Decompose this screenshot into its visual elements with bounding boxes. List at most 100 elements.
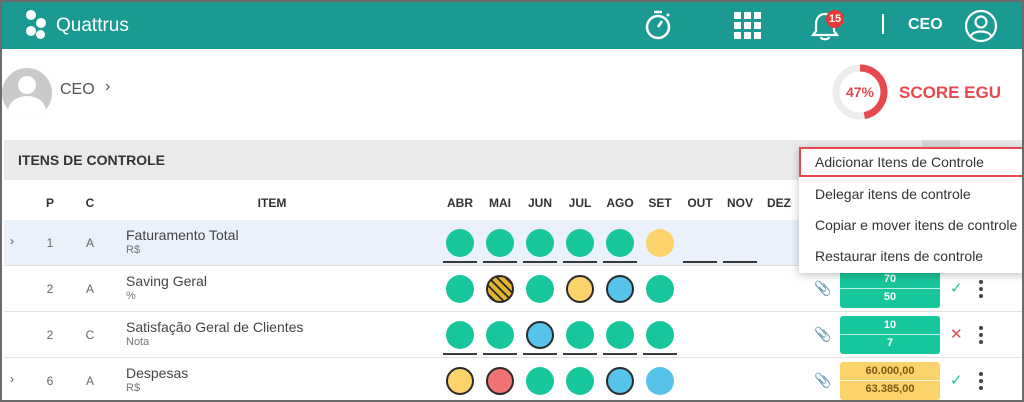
column-header-month: AGO	[606, 196, 634, 210]
item-unit: R$	[126, 244, 141, 256]
status-dot-green[interactable]	[606, 229, 634, 257]
month-underline	[563, 261, 597, 263]
paperclip-icon[interactable]: 📎	[814, 326, 831, 343]
menu-item-add-control-items[interactable]: Adicionar Itens de Controle	[799, 147, 1022, 177]
status-dot-yellow[interactable]	[566, 275, 594, 303]
month-underline	[443, 353, 477, 355]
item-name[interactable]: Faturamento Total	[126, 227, 239, 243]
menu-item-copy-move-control-items[interactable]: Copiar e mover itens de controle	[799, 210, 1022, 240]
target-value: 60.000,00	[865, 365, 915, 377]
cell-c: A	[85, 236, 94, 250]
notification-badge[interactable]: 15	[826, 10, 844, 28]
close-icon: ✕	[950, 326, 963, 343]
cell-p: 2	[46, 328, 54, 342]
account-circle-icon[interactable]	[964, 9, 998, 43]
expand-chevron-icon[interactable]: ›	[10, 234, 14, 248]
status-dot-blue[interactable]	[606, 367, 634, 395]
column-header-month: OUT	[687, 196, 713, 210]
status-dot-green[interactable]	[526, 367, 554, 395]
more-options-icon[interactable]	[978, 278, 984, 300]
status-dot-green[interactable]	[566, 229, 594, 257]
column-header-p: P	[45, 196, 54, 210]
status-dot-blue[interactable]	[526, 321, 554, 349]
status-dot-green[interactable]	[646, 275, 674, 303]
stopwatch-icon[interactable]	[643, 8, 673, 42]
status-dot-green[interactable]	[526, 229, 554, 257]
column-header-month: ABR	[447, 196, 473, 210]
actual-value: 63.385,00	[865, 383, 915, 395]
app-window: Quattrus 15 CEO CEO › 47% SCORE EGU ITEN…	[0, 0, 1024, 402]
section-title: ITENS DE CONTROLE	[18, 152, 166, 168]
menu-item-delegate-control-items[interactable]: Delegar itens de controle	[799, 179, 1022, 209]
table-row[interactable]: › 6 A Despesas R$ 📎 60.000,00 63.385,00 …	[4, 358, 1022, 400]
chevron-right-icon[interactable]: ›	[105, 78, 110, 96]
actual-value: 50	[883, 291, 897, 303]
apps-grid-icon[interactable]	[733, 11, 763, 41]
status-dot-yellow[interactable]	[446, 367, 474, 395]
more-options-icon[interactable]	[978, 324, 984, 346]
cell-c: A	[85, 374, 94, 388]
status-dot-green[interactable]	[446, 321, 474, 349]
check-icon: ✓	[950, 372, 963, 389]
score-label: SCORE EGU	[899, 83, 1002, 102]
status-dot-green[interactable]	[646, 321, 674, 349]
column-header-item: ITEM	[257, 196, 287, 210]
month-underline	[723, 261, 757, 263]
item-unit: %	[126, 290, 136, 302]
menu-item-restore-control-items[interactable]: Restaurar itens de controle	[799, 241, 1022, 271]
status-dot-green[interactable]	[606, 321, 634, 349]
value-box[interactable]: 60.000,00 63.385,00	[840, 362, 940, 400]
column-header-month: JUL	[568, 196, 592, 210]
status-dot-blue[interactable]	[646, 367, 674, 395]
quattrus-logo-icon[interactable]	[24, 10, 52, 40]
column-header-month: NOV	[726, 196, 753, 210]
month-underline	[443, 261, 477, 263]
column-header-month: DEZ	[767, 196, 791, 210]
paperclip-icon[interactable]: 📎	[814, 372, 831, 389]
check-icon: ✓	[950, 280, 963, 297]
cell-p: 1	[46, 236, 54, 250]
item-name[interactable]: Satisfação Geral de Clientes	[126, 319, 303, 335]
topbar-user-label[interactable]: CEO	[908, 16, 943, 34]
target-value: 70	[883, 273, 897, 285]
paperclip-icon[interactable]: 📎	[814, 280, 831, 297]
avatar[interactable]	[2, 68, 52, 118]
cell-p: 6	[46, 374, 54, 388]
month-underline	[483, 353, 517, 355]
brand-name[interactable]: Quattrus	[56, 15, 129, 37]
status-dot-green[interactable]	[486, 321, 514, 349]
status-dot-green[interactable]	[446, 229, 474, 257]
item-unit: Nota	[126, 336, 150, 348]
cell-c: C	[85, 328, 95, 342]
status-dot-striped[interactable]	[486, 275, 514, 303]
actions-dropdown-menu: Adicionar Itens de Controle Delegar iten…	[799, 147, 1022, 273]
expand-chevron-icon[interactable]: ›	[10, 372, 14, 386]
column-header-month: JUN	[527, 196, 552, 210]
column-header-c: C	[85, 196, 95, 210]
table-row[interactable]: 2 C Satisfação Geral de Clientes Nota 📎 …	[4, 312, 1022, 358]
user-role[interactable]: CEO	[60, 81, 95, 99]
column-header-month: MAI	[489, 196, 511, 210]
score-percent: 47%	[845, 84, 875, 100]
more-options-icon[interactable]	[978, 370, 984, 392]
status-dot-green[interactable]	[446, 275, 474, 303]
month-underline	[483, 261, 517, 263]
status-dot-red[interactable]	[486, 367, 514, 395]
value-box[interactable]: 70 50	[840, 270, 940, 308]
status-dot-green[interactable]	[486, 229, 514, 257]
status-dot-yellow[interactable]	[646, 229, 674, 257]
month-underline	[603, 353, 637, 355]
item-unit: R$	[126, 382, 141, 394]
month-underline	[523, 353, 557, 355]
status-dot-green[interactable]	[566, 367, 594, 395]
cell-p: 2	[46, 282, 54, 296]
item-name[interactable]: Saving Geral	[126, 273, 207, 289]
topbar-divider	[882, 14, 884, 34]
status-dot-green[interactable]	[526, 275, 554, 303]
status-dot-green[interactable]	[566, 321, 594, 349]
item-name[interactable]: Despesas	[126, 365, 188, 381]
status-dot-blue[interactable]	[606, 275, 634, 303]
month-underline	[523, 261, 557, 263]
value-box[interactable]: 10 7	[840, 316, 940, 354]
month-underline	[563, 353, 597, 355]
